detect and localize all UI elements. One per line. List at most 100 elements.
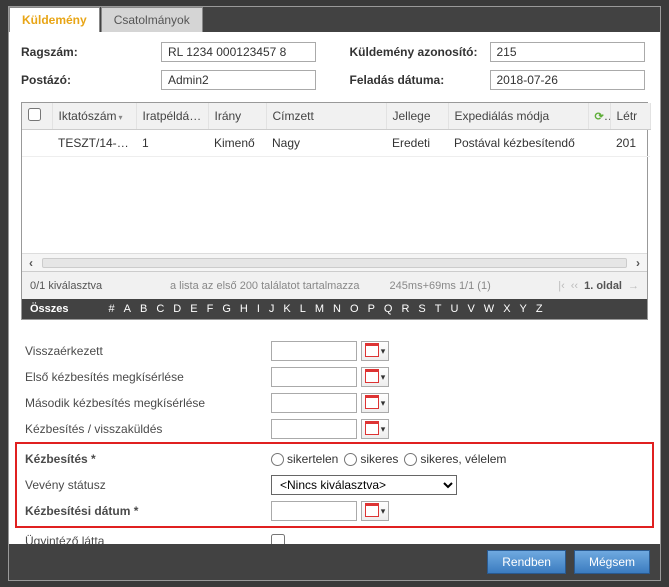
chevron-down-icon: ▾ — [381, 424, 386, 435]
alpha-letter[interactable]: P — [368, 303, 375, 315]
button-bar: Rendben Mégsem — [9, 544, 660, 580]
alpha-letter[interactable]: L — [300, 303, 306, 315]
table-row[interactable]: TESZT/14-2/... 1 Kimenő Nagy Eredeti Pos… — [22, 130, 650, 157]
header-checkbox-col — [22, 103, 52, 130]
ragszam-label: Ragszám: — [21, 45, 161, 59]
tab-csatolmanyok[interactable]: Csatolmányok — [101, 7, 203, 32]
alpha-letter[interactable]: Z — [536, 303, 543, 315]
kezbesitesi-datum-input[interactable] — [271, 501, 357, 521]
kezbesitesi-datum-calendar-button[interactable]: ▾ — [361, 501, 389, 521]
calendar-icon — [365, 371, 379, 383]
cancel-button[interactable]: Mégsem — [574, 550, 650, 574]
page-prev-icon[interactable]: ‹‹ — [571, 280, 578, 292]
alpha-letter[interactable]: O — [350, 303, 359, 315]
scroll-right-icon[interactable]: › — [629, 256, 647, 270]
cell-iktatoszam: TESZT/14-2/... — [52, 130, 136, 157]
alpha-letter[interactable]: T — [435, 303, 442, 315]
alpha-letter[interactable]: J — [269, 303, 275, 315]
form-section: Visszaérkezett ▾ Első kézbesítés megkísé… — [21, 330, 648, 544]
calendar-icon — [365, 397, 379, 409]
alpha-letter[interactable]: G — [222, 303, 231, 315]
alpha-letter[interactable]: D — [173, 303, 181, 315]
kezbvissz-label: Kézbesítés / visszaküldés — [21, 422, 271, 436]
azonosito-label: Küldemény azonosító: — [350, 45, 490, 59]
header-cimzett[interactable]: Címzett — [266, 103, 386, 130]
cell-irany: Kimenő — [208, 130, 266, 157]
alpha-filter-bar: Összes # ABCDEFGHIJKLMNOPQRSTUVWXYZ — [22, 299, 647, 319]
alpha-letter[interactable]: E — [190, 303, 197, 315]
tab-bar: Küldemény Csatolmányok — [9, 7, 660, 32]
masodik-kezb-calendar-button[interactable]: ▾ — [361, 393, 389, 413]
alpha-letter[interactable]: H — [240, 303, 248, 315]
veveny-select[interactable]: <Nincs kiválasztva> — [271, 475, 457, 495]
ok-button[interactable]: Rendben — [487, 550, 566, 574]
ragszam-input[interactable] — [161, 42, 316, 62]
alpha-letter[interactable]: I — [257, 303, 260, 315]
chevron-down-icon: ▾ — [381, 346, 386, 357]
page-first-icon[interactable]: |‹ — [558, 280, 565, 292]
veveny-label: Vevény státusz — [21, 478, 271, 492]
postazo-input[interactable] — [161, 70, 316, 90]
visszaerkezett-input[interactable] — [271, 341, 357, 361]
alpha-letters: # ABCDEFGHIJKLMNOPQRSTUVWXYZ — [109, 303, 543, 315]
refresh-icon: ⟳ — [595, 109, 611, 123]
alpha-letter[interactable]: S — [418, 303, 425, 315]
alpha-letter[interactable]: F — [207, 303, 214, 315]
alpha-letter[interactable]: X — [503, 303, 510, 315]
alpha-letter[interactable]: U — [451, 303, 459, 315]
elso-kezb-label: Első kézbesítés megkísérlése — [21, 370, 271, 384]
elso-kezb-calendar-button[interactable]: ▾ — [361, 367, 389, 387]
alpha-all[interactable]: Összes — [30, 303, 69, 315]
cell-iratpeldany: 1 — [136, 130, 208, 157]
data-grid: Iktatószám▾ Iratpéldány Irány Címzett Je… — [21, 102, 648, 320]
elso-kezb-input[interactable] — [271, 367, 357, 387]
alpha-letter[interactable]: Q — [384, 303, 393, 315]
alpha-letter[interactable]: N — [333, 303, 341, 315]
select-all-checkbox[interactable] — [28, 108, 41, 121]
alpha-letter[interactable]: B — [140, 303, 147, 315]
ugyintezo-label: Ügyintéző látta — [21, 534, 271, 544]
selection-count: 0/1 kiválasztva — [30, 280, 170, 292]
visszaerkezett-label: Visszaérkezett — [21, 344, 271, 358]
alpha-letter[interactable]: A — [124, 303, 131, 315]
alpha-letter[interactable]: C — [156, 303, 164, 315]
header-jellege[interactable]: Jellege — [386, 103, 448, 130]
tab-kuldemeny[interactable]: Küldemény — [9, 7, 100, 32]
alpha-letter[interactable]: W — [484, 303, 494, 315]
radio-sikeres[interactable]: sikeres — [344, 452, 398, 466]
timing-info: 245ms+69ms 1/1 (1) — [390, 280, 491, 292]
header-expedialas[interactable]: Expediálás módja — [448, 103, 588, 130]
header-refresh[interactable]: ⟳ — [588, 103, 610, 130]
header-iratpeldany[interactable]: Iratpéldány — [136, 103, 208, 130]
kezbvissz-calendar-button[interactable]: ▾ — [361, 419, 389, 439]
alpha-letter[interactable]: Y — [520, 303, 527, 315]
cell-cimzett: Nagy — [266, 130, 386, 157]
visszaerkezett-calendar-button[interactable]: ▾ — [361, 341, 389, 361]
alpha-letter[interactable]: K — [283, 303, 290, 315]
grid-h-scrollbar[interactable]: ‹ › — [22, 253, 647, 271]
ugyintezo-checkbox[interactable] — [271, 534, 285, 544]
kezbesites-radio-group: sikertelen sikeres sikeres, vélelem — [271, 452, 506, 466]
header-iktatoszam[interactable]: Iktatószám▾ — [52, 103, 136, 130]
kezbvissz-input[interactable] — [271, 419, 357, 439]
page-next-icon[interactable]: → — [628, 280, 639, 292]
alpha-letter[interactable]: M — [315, 303, 324, 315]
kezbesitesi-datum-label: Kézbesítési dátum * — [21, 504, 271, 518]
alpha-letter[interactable]: # — [109, 303, 115, 315]
alpha-letter[interactable]: R — [401, 303, 409, 315]
header-letr[interactable]: Létr — [610, 103, 650, 130]
chevron-down-icon: ▾ — [381, 372, 386, 383]
calendar-icon — [365, 505, 379, 517]
scroll-left-icon[interactable]: ‹ — [22, 256, 40, 270]
header-irany[interactable]: Irány — [208, 103, 266, 130]
feladas-input[interactable] — [490, 70, 645, 90]
scroll-track[interactable] — [42, 258, 627, 268]
pager: |‹ ‹‹ 1. oldal → — [558, 280, 639, 292]
calendar-icon — [365, 345, 379, 357]
radio-sikertelen[interactable]: sikertelen — [271, 452, 338, 466]
masodik-kezb-input[interactable] — [271, 393, 357, 413]
azonosito-input[interactable] — [490, 42, 645, 62]
alpha-letter[interactable]: V — [467, 303, 474, 315]
radio-sikeres-velelem[interactable]: sikeres, vélelem — [404, 452, 506, 466]
top-fields: Ragszám: Postázó: Küldemény azonosító: F… — [21, 42, 648, 90]
